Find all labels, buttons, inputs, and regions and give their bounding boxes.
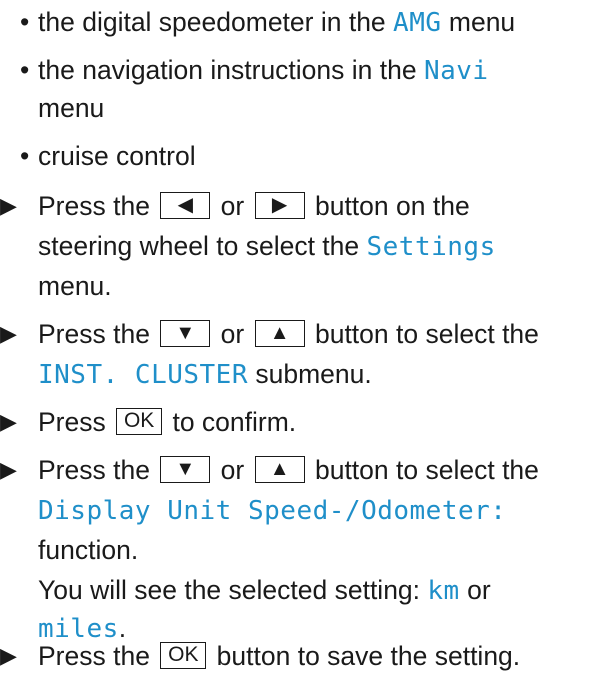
display-term: INST. CLUSTER bbox=[38, 360, 248, 390]
bullet-dot: • bbox=[20, 55, 30, 85]
text: menu. bbox=[38, 271, 112, 301]
down-button-key: ▼ bbox=[160, 319, 211, 347]
display-term: km bbox=[427, 576, 460, 606]
text: the navigation instructions in the bbox=[38, 55, 424, 85]
ok-button-key: OK bbox=[116, 407, 163, 435]
text: Press the bbox=[38, 641, 158, 671]
text: Press the bbox=[38, 319, 158, 349]
text: or bbox=[213, 191, 252, 221]
up-button-key: ▲ bbox=[254, 319, 305, 347]
down-button-key: ▼ bbox=[160, 455, 211, 483]
display-term: Settings bbox=[366, 232, 496, 262]
text: button to select the bbox=[307, 319, 539, 349]
step-arrow-icon: ▶ bbox=[0, 457, 17, 482]
text: Press the bbox=[38, 455, 158, 485]
display-term: Navi bbox=[423, 56, 489, 86]
left-button-key: ◀ bbox=[160, 191, 211, 219]
text: submenu. bbox=[248, 359, 372, 389]
text: or bbox=[213, 455, 252, 485]
step-arrow-icon: ▶ bbox=[0, 193, 17, 218]
display-term: AMG bbox=[393, 8, 442, 38]
text: or bbox=[213, 319, 252, 349]
ok-button-key: OK bbox=[160, 641, 207, 669]
up-button-key: ▲ bbox=[254, 455, 305, 483]
step-arrow-icon: ▶ bbox=[0, 409, 17, 434]
right-button-key: ▶ bbox=[254, 191, 305, 219]
manual-page: • the digital speedometer in the AMG men… bbox=[0, 0, 597, 673]
text: button to select the bbox=[307, 455, 539, 485]
step-arrow-icon: ▶ bbox=[0, 321, 17, 346]
bullet-dot: • bbox=[20, 141, 30, 171]
text: to confirm. bbox=[165, 407, 297, 437]
text: the digital speedometer in the bbox=[38, 7, 394, 37]
text: function. bbox=[38, 535, 139, 565]
text: menu bbox=[441, 7, 516, 37]
display-term: Display Unit Speed-/Odometer: bbox=[38, 496, 507, 526]
bullet-dot: • bbox=[20, 7, 30, 37]
text: menu bbox=[38, 93, 105, 123]
text: Press bbox=[38, 407, 114, 437]
text: button to save the setting. bbox=[209, 641, 521, 671]
text: cruise control bbox=[38, 141, 196, 171]
step-arrow-icon: ▶ bbox=[0, 643, 17, 668]
text: steering wheel to select the bbox=[38, 231, 367, 261]
text: or bbox=[459, 575, 491, 605]
text: Press the bbox=[38, 191, 158, 221]
text: You will see the selected setting: bbox=[38, 575, 428, 605]
text: button on the bbox=[307, 191, 470, 221]
